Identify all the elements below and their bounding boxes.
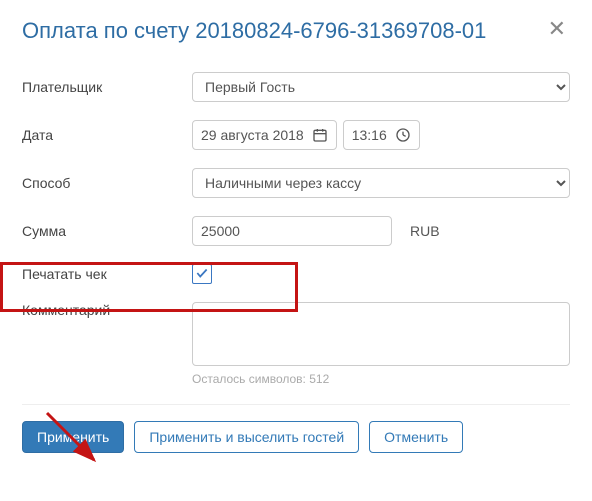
payer-select[interactable]: Первый Гость bbox=[192, 72, 570, 102]
time-value: 13:16 bbox=[352, 127, 387, 143]
payer-label: Плательщик bbox=[22, 79, 192, 95]
date-label: Дата bbox=[22, 127, 192, 143]
print-check-checkbox[interactable] bbox=[192, 264, 212, 284]
char-count-text: Осталось символов: 512 bbox=[192, 372, 570, 386]
method-label: Способ bbox=[22, 175, 192, 191]
amount-input[interactable] bbox=[192, 216, 392, 246]
clock-icon bbox=[395, 127, 411, 143]
check-icon bbox=[195, 266, 209, 283]
apply-checkout-button[interactable]: Применить и выселить гостей bbox=[134, 421, 359, 453]
currency-label: RUB bbox=[410, 223, 440, 239]
cancel-button[interactable]: Отменить bbox=[369, 421, 463, 453]
date-value: 29 августа 2018 bbox=[201, 127, 304, 143]
amount-label: Сумма bbox=[22, 223, 192, 239]
time-input[interactable]: 13:16 bbox=[343, 120, 420, 150]
calendar-icon bbox=[312, 127, 328, 143]
date-input[interactable]: 29 августа 2018 bbox=[192, 120, 337, 150]
print-check-label: Печатать чек bbox=[22, 266, 192, 282]
dialog-title: Оплата по счету 20180824-6796-31369708-0… bbox=[22, 18, 486, 44]
close-icon: ✕ bbox=[548, 16, 566, 41]
apply-button[interactable]: Применить bbox=[22, 421, 124, 453]
comment-textarea[interactable] bbox=[192, 302, 570, 366]
method-select[interactable]: Наличными через кассу bbox=[192, 168, 570, 198]
close-button[interactable]: ✕ bbox=[544, 18, 570, 40]
comment-label: Комментарий bbox=[22, 302, 192, 318]
